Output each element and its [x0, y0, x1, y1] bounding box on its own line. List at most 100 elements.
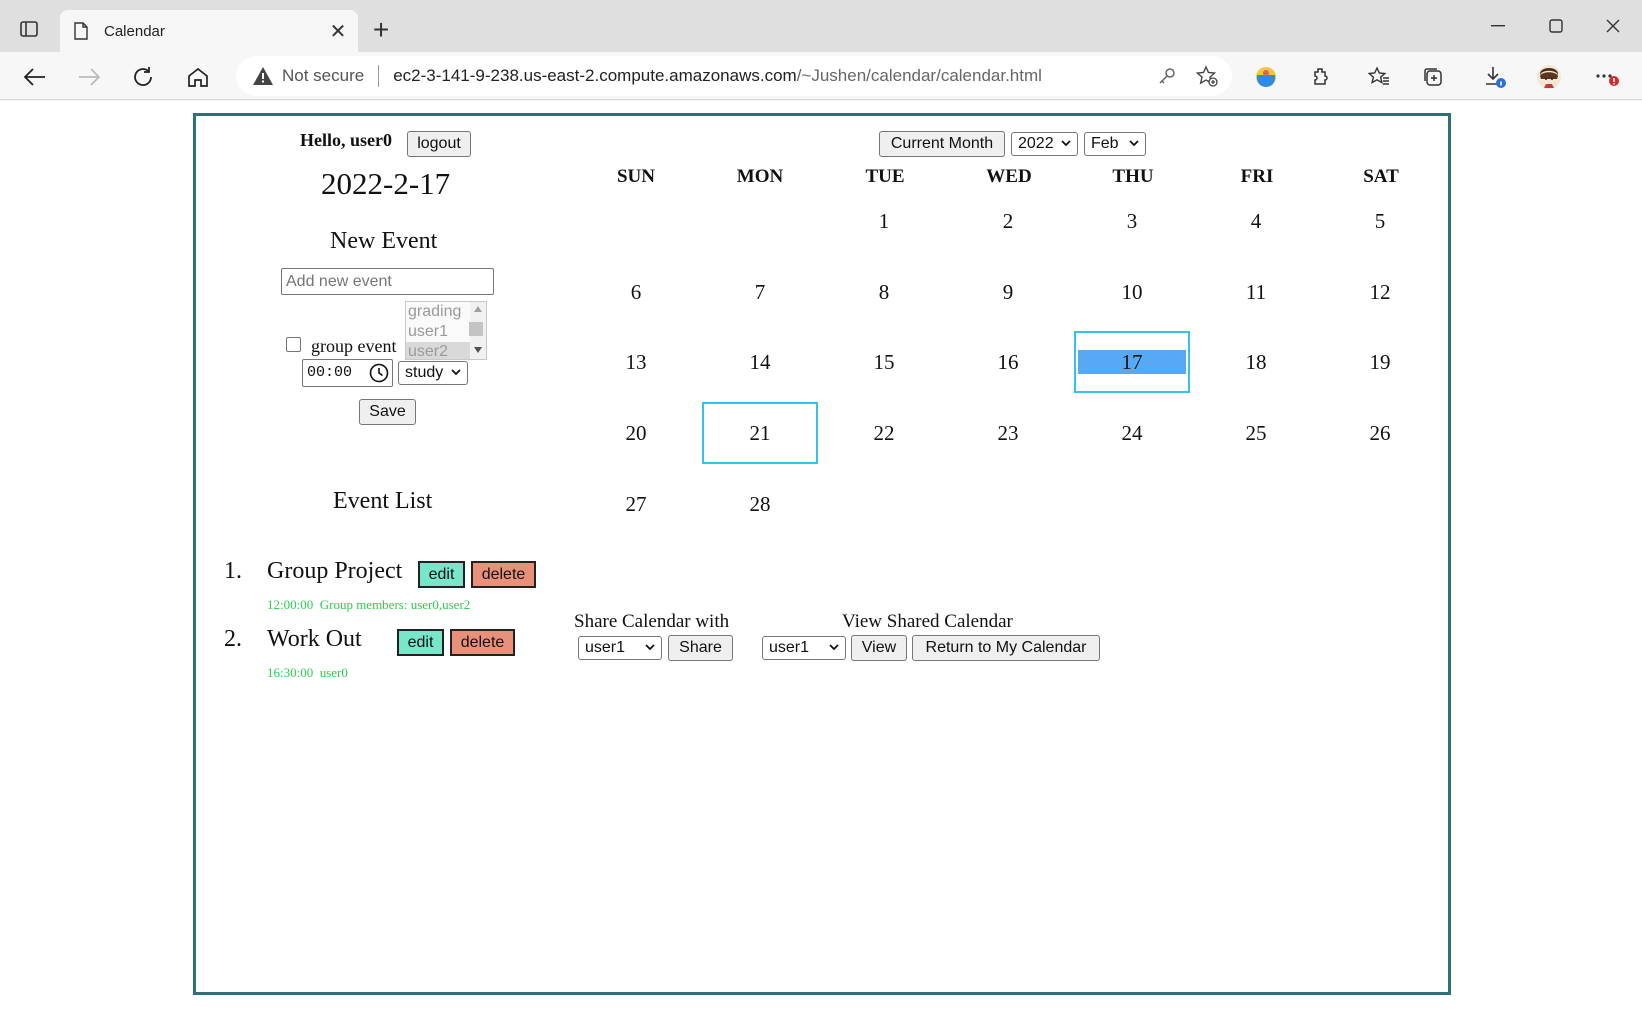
- calendar-day-outlined[interactable]: 21: [702, 402, 818, 464]
- calendar-app: Hello, user0 logout 2022-2-17 New Event …: [193, 113, 1451, 995]
- close-tab-icon[interactable]: ✕: [324, 17, 352, 45]
- forward-icon[interactable]: [72, 60, 106, 94]
- calendar-day[interactable]: 10: [1074, 261, 1190, 323]
- event-list-title: Event List: [333, 488, 433, 514]
- calendar-day[interactable]: 6: [578, 261, 694, 323]
- page-viewport: Hello, user0 logout 2022-2-17 New Event …: [0, 101, 1642, 1033]
- day-number: 24: [1121, 420, 1143, 445]
- logout-button[interactable]: logout: [407, 131, 471, 157]
- month-value: Feb: [1091, 135, 1119, 152]
- calendar-day[interactable]: 1: [826, 190, 942, 252]
- weekday-header: FRI: [1240, 166, 1274, 187]
- month-select[interactable]: Feb: [1084, 132, 1146, 156]
- edit-event-button[interactable]: edit: [397, 629, 444, 656]
- calendar-day[interactable]: 7: [702, 261, 818, 323]
- key-icon[interactable]: [1152, 61, 1182, 91]
- url-host: ec2-3-141-9-238.us-east-2.compute.amazon…: [393, 66, 797, 85]
- delete-event-button[interactable]: delete: [471, 561, 536, 588]
- downloads-icon[interactable]: [1478, 60, 1512, 94]
- scroll-up-icon[interactable]: [474, 306, 482, 312]
- profile-avatar[interactable]: [1532, 60, 1566, 94]
- view-user-select[interactable]: user1: [762, 636, 846, 660]
- address-separator: [378, 65, 380, 87]
- calendar-day[interactable]: 5: [1322, 190, 1438, 252]
- chevron-down-icon: [451, 369, 461, 376]
- address-bar[interactable]: Not secure ec2-3-141-9-238.us-east-2.com…: [236, 56, 1232, 96]
- new-event-input[interactable]: Add new event: [281, 268, 494, 295]
- browser-tab[interactable]: Calendar ✕: [60, 10, 358, 52]
- category-select[interactable]: study: [398, 361, 468, 385]
- day-number: 5: [1374, 208, 1386, 233]
- chevron-down-icon: [1061, 140, 1071, 147]
- day-number: 6: [630, 279, 642, 304]
- current-month-button[interactable]: Current Month: [879, 131, 1005, 157]
- calendar-day[interactable]: 14: [702, 331, 818, 393]
- calendar-day[interactable]: 13: [578, 331, 694, 393]
- maximize-icon[interactable]: [1536, 12, 1576, 40]
- group-members-select[interactable]: grading user1 user2: [405, 301, 487, 360]
- day-number: 11: [1245, 279, 1267, 304]
- calendar-day[interactable]: 22: [826, 402, 942, 464]
- event-meta: 12:00:00 Group members: user0,user2: [267, 597, 471, 612]
- favorites-icon[interactable]: [1362, 60, 1396, 94]
- add-favorite-icon[interactable]: [1192, 61, 1222, 91]
- calendar-day[interactable]: 27: [578, 473, 694, 535]
- edit-event-button[interactable]: edit: [418, 561, 465, 588]
- tab-actions-icon[interactable]: [14, 14, 44, 44]
- close-window-icon[interactable]: [1593, 12, 1633, 40]
- category-value: study: [405, 364, 444, 381]
- warning-icon[interactable]: [252, 65, 274, 87]
- event-time-input[interactable]: 00:00: [302, 359, 393, 387]
- calendar-day[interactable]: 19: [1322, 331, 1438, 393]
- calendar-day[interactable]: 16: [950, 331, 1066, 393]
- minimize-icon[interactable]: [1478, 12, 1518, 40]
- new-event-title: New Event: [330, 228, 438, 254]
- day-number: 12: [1369, 279, 1391, 304]
- calendar-day[interactable]: 15: [826, 331, 942, 393]
- calendar-day[interactable]: 11: [1198, 261, 1314, 323]
- calendar-day[interactable]: 24: [1074, 402, 1190, 464]
- calendar-day[interactable]: 25: [1198, 402, 1314, 464]
- calendar-day[interactable]: 23: [950, 402, 1066, 464]
- calendar-day-selected[interactable]: 17: [1074, 331, 1190, 393]
- year-select[interactable]: 2022: [1011, 132, 1078, 156]
- calendar-day[interactable]: 20: [578, 402, 694, 464]
- share-user-select[interactable]: user1: [578, 636, 662, 660]
- url-text[interactable]: ec2-3-141-9-238.us-east-2.compute.amazon…: [393, 66, 1152, 86]
- new-tab-button[interactable]: +: [366, 16, 396, 46]
- group-event-checkbox[interactable]: [286, 337, 301, 352]
- extension-color-icon[interactable]: [1249, 60, 1283, 94]
- calendar-day[interactable]: 28: [702, 473, 818, 535]
- calendar-day[interactable]: 8: [826, 261, 942, 323]
- calendar-day[interactable]: 12: [1322, 261, 1438, 323]
- extensions-icon[interactable]: [1304, 60, 1338, 94]
- view-button[interactable]: View: [851, 635, 907, 661]
- calendar-day[interactable]: 2: [950, 190, 1066, 252]
- year-value: 2022: [1018, 135, 1054, 152]
- scroll-down-icon[interactable]: [474, 347, 482, 353]
- collections-icon[interactable]: [1416, 60, 1450, 94]
- delete-event-button[interactable]: delete: [450, 629, 515, 656]
- calendar-day[interactable]: 4: [1198, 190, 1314, 252]
- event-number: 1.: [224, 558, 242, 584]
- calendar-day[interactable]: 9: [950, 261, 1066, 323]
- calendar-day[interactable]: 18: [1198, 331, 1314, 393]
- day-number: 25: [1245, 420, 1267, 445]
- day-number: 8: [878, 279, 890, 304]
- calendar-day[interactable]: 3: [1074, 190, 1190, 252]
- security-label[interactable]: Not secure: [282, 66, 364, 86]
- back-icon[interactable]: [18, 60, 52, 94]
- return-to-my-calendar-button[interactable]: Return to My Calendar: [912, 635, 1100, 661]
- listbox-scrollbar[interactable]: [469, 302, 486, 359]
- day-number: 21: [749, 420, 771, 445]
- day-number: 7: [754, 279, 766, 304]
- refresh-icon[interactable]: [126, 60, 160, 94]
- home-icon[interactable]: [181, 60, 215, 94]
- calendar-day[interactable]: 26: [1322, 402, 1438, 464]
- event-meta: 16:30:00 user0: [267, 665, 348, 680]
- share-button[interactable]: Share: [668, 635, 733, 661]
- clock-icon[interactable]: [369, 363, 389, 383]
- save-button[interactable]: Save: [359, 399, 416, 425]
- scroll-thumb[interactable]: [469, 322, 483, 336]
- more-menu-icon[interactable]: [1590, 60, 1624, 94]
